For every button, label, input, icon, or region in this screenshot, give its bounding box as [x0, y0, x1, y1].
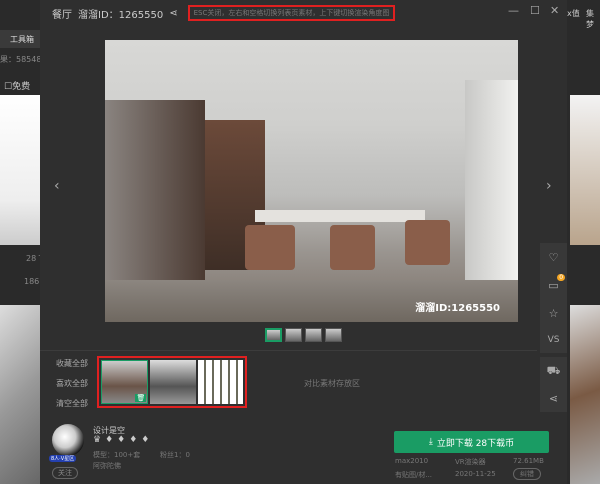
right-top-link-1[interactable]: x值 [567, 8, 580, 19]
right-product-image-2[interactable] [570, 305, 600, 484]
vs-button[interactable]: VS [548, 335, 560, 345]
heart-icon[interactable]: ♡ [549, 251, 559, 264]
renderer: VR渲染器 [455, 458, 486, 466]
angle-thumb[interactable] [265, 328, 282, 342]
model-count: 模型：100+套 [93, 451, 141, 459]
right-top-link-2[interactable]: 集梦 [586, 8, 600, 30]
download-icon: ⤓ [428, 437, 433, 447]
free-checkbox[interactable]: ☐免费 [4, 79, 30, 92]
compare-tray: 🗑 [97, 356, 247, 408]
angle-thumb[interactable] [325, 328, 342, 342]
clear-all-button[interactable]: 清空全部 [56, 398, 88, 409]
keyboard-hint: ESC关闭，左右和空格切换列表页素材，上下键切换渲染角度图 [187, 5, 396, 21]
fans-count: 粉丝1：0 [160, 451, 190, 459]
file-size: 72.61MB [513, 457, 544, 465]
angle-thumbnails [265, 328, 342, 342]
action-sidebar: ♡ ▭ 0 ☆ VS [540, 243, 567, 353]
download-button[interactable]: ⤓ 立即下载 28下载币 [394, 431, 549, 453]
collect-all-button[interactable]: 收藏全部 [56, 358, 88, 369]
left-product-image[interactable] [0, 95, 42, 245]
left-product-image-2[interactable] [0, 305, 42, 484]
designer-badge: 8人·V星区 [49, 455, 77, 462]
free-label: 免费 [12, 82, 31, 92]
main-render-image: 溜溜ID:1265550 [105, 40, 518, 322]
like-all-button[interactable]: 喜欢全部 [56, 378, 88, 389]
designer-status: 阿弥陀佛 [93, 462, 121, 470]
trash-icon[interactable]: 🗑 [135, 394, 147, 402]
angle-thumb[interactable] [305, 328, 322, 342]
cart-icon[interactable]: ⛟ [547, 364, 561, 379]
modal-header: 餐厅 溜溜ID：1265550 ⋖ ESC关闭，左右和空格切换列表页素材，上下键… [40, 0, 567, 26]
angle-thumb[interactable] [285, 328, 302, 342]
follow-button[interactable]: 关注 [52, 467, 78, 479]
avatar[interactable] [52, 424, 84, 456]
comment-icon[interactable]: ▭ 0 [548, 273, 566, 292]
close-icon[interactable]: ✕ [550, 4, 559, 17]
maximize-icon[interactable]: ☐ [530, 4, 540, 17]
model-id: 溜溜ID：1265550 [78, 9, 164, 21]
watermark: 溜溜ID:1265550 [415, 303, 500, 314]
compare-item[interactable] [150, 360, 196, 404]
prev-arrow-icon[interactable]: ‹ [54, 178, 60, 194]
next-arrow-icon[interactable]: › [546, 178, 552, 194]
compare-item[interactable]: 🗑 [101, 360, 149, 404]
action-sidebar-2: ⛟ ⋖ [540, 357, 567, 412]
share-icon[interactable]: ⋖ [169, 8, 177, 19]
share-icon[interactable]: ⋖ [549, 392, 558, 405]
max-version: max2010 [395, 457, 429, 465]
toolbox-tab[interactable]: 工具箱 [0, 30, 40, 48]
minimize-icon[interactable]: — [508, 4, 519, 17]
upload-date: 2020-11-25 [455, 470, 496, 478]
texture-info: 有贴图/材... [395, 471, 433, 479]
download-label: 立即下载 28下载币 [436, 438, 515, 449]
comment-badge: 0 [557, 273, 566, 281]
right-product-image[interactable] [570, 95, 600, 245]
level-icons: ♛♦♦♦♦ [93, 435, 154, 445]
report-error-button[interactable]: 纠错 [513, 468, 541, 480]
star-icon[interactable]: ☆ [549, 307, 559, 320]
preview-modal: 餐厅 溜溜ID：1265550 ⋖ ESC关闭，左右和空格切换列表页素材，上下键… [40, 0, 567, 484]
title: 餐厅 [52, 9, 72, 21]
compare-placeholder: 对比素材存放区 [304, 379, 360, 388]
compare-item[interactable] [197, 360, 243, 404]
